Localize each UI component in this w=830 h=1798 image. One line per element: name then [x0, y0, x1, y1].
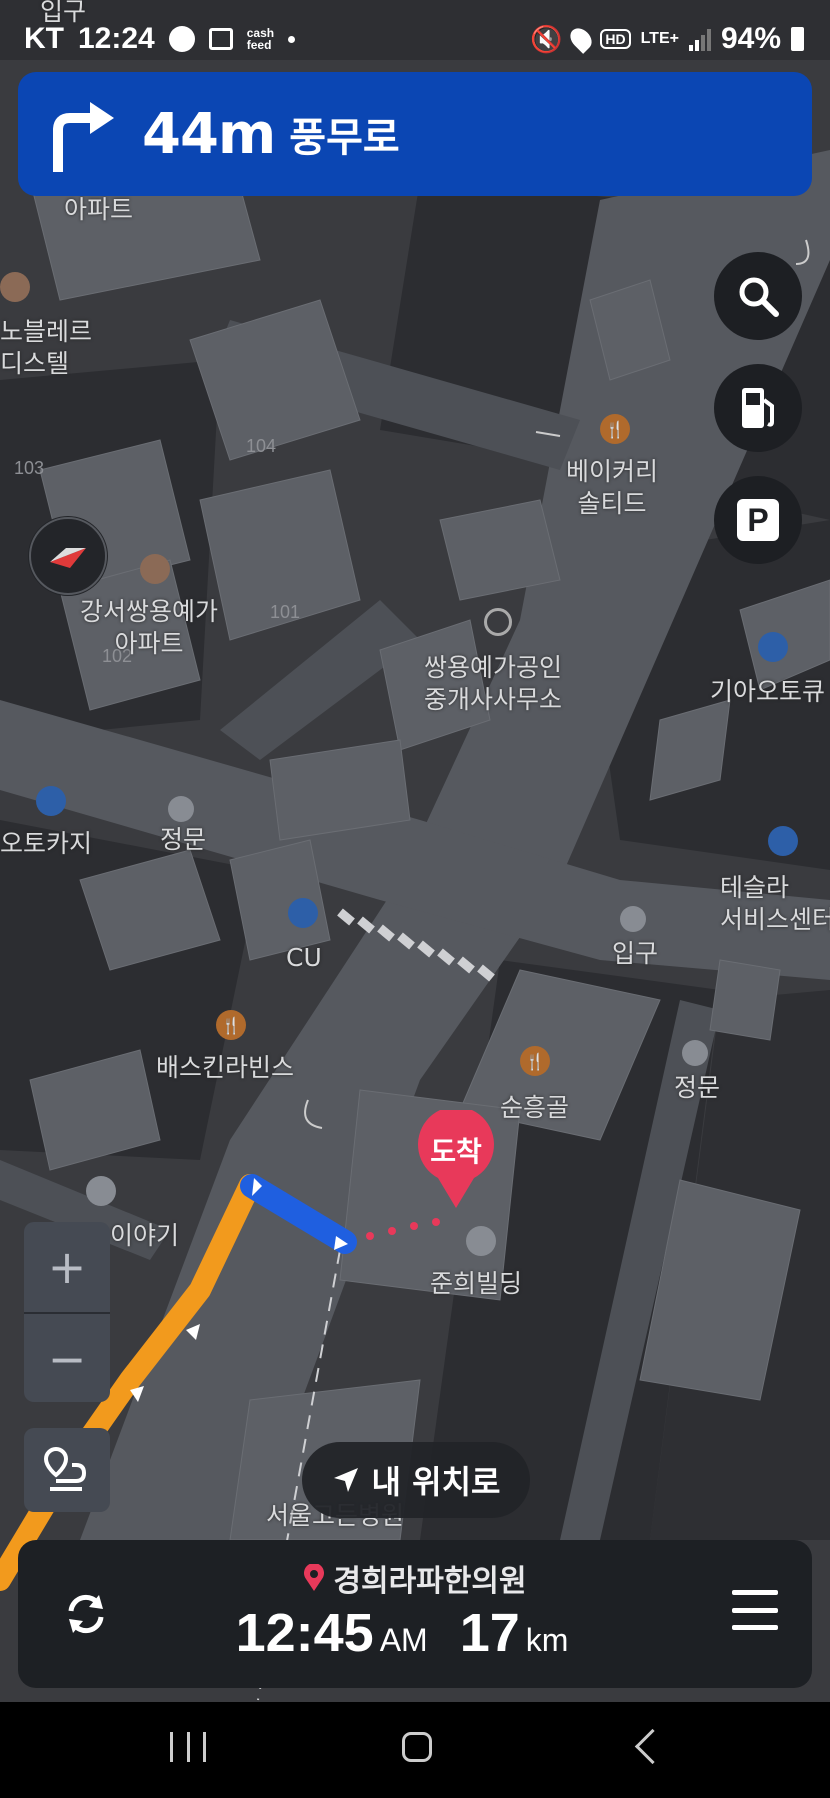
parking-button[interactable]: P [714, 476, 802, 564]
my-location-button[interactable]: 내 위치로 [302, 1442, 530, 1518]
zoom-in-button[interactable]: + [24, 1222, 110, 1312]
map-view[interactable] [0, 0, 830, 1798]
turn-road-name: 풍무로 [289, 115, 400, 161]
map-label[interactable]: 강서쌍용예가 아파트 [80, 596, 218, 660]
map-label[interactable]: 기아오토큐 [710, 676, 825, 708]
remaining-distance: 17 [459, 1603, 520, 1663]
map-label[interactable]: 쌍용예가공인 중개사사무소 [424, 652, 562, 716]
status-bar: KT 12:24 cash feed 🔇 HD LTE+ 94% [0, 0, 830, 72]
signal-icon [688, 27, 711, 51]
map-label[interactable]: 배스킨라빈스 [156, 1052, 294, 1084]
eta-ampm: AM [379, 1622, 428, 1658]
mute-icon: 🔇 [529, 23, 563, 54]
apartment-poi-icon[interactable] [140, 554, 170, 584]
system-navigation-bar [0, 1702, 830, 1798]
map-label[interactable]: 준희빌딩 [430, 1268, 522, 1300]
back-button[interactable] [634, 1728, 671, 1765]
hd-icon: HD [600, 29, 631, 49]
location-icon [566, 24, 597, 54]
dot-icon [288, 35, 296, 43]
map-label[interactable]: 정문 [674, 1072, 720, 1104]
arrival-badge-label: 도착 [430, 1135, 482, 1168]
repair-poi-icon[interactable] [758, 632, 788, 662]
route-overview-icon [43, 1446, 87, 1491]
cashfeed-icon: cash feed [246, 26, 275, 52]
gate-poi-icon[interactable] [682, 1040, 708, 1066]
map-label[interactable]: CU [286, 942, 322, 974]
convenience-store-poi-icon[interactable] [288, 898, 318, 928]
home-button[interactable] [402, 1732, 432, 1762]
turn-right-arrow-icon [53, 102, 114, 172]
destination-pin-icon [304, 1564, 325, 1591]
map-label[interactable]: 순흥골 [500, 1092, 569, 1124]
network-label: LTE+ [640, 30, 679, 47]
menu-icon [732, 1590, 778, 1595]
parking-icon: P [737, 499, 779, 541]
destination-row[interactable]: 경희라파한의원 [18, 1556, 812, 1600]
recent-apps-button[interactable] [170, 1732, 206, 1766]
building-number: 101 [270, 602, 301, 622]
restaurant-poi-icon[interactable]: 🍴 [216, 1010, 246, 1040]
battery-label: 94% [720, 22, 781, 55]
building-number: 103 [14, 458, 45, 478]
eta-row: 12:45 AM 17 km [18, 1602, 812, 1664]
gallery-icon [208, 28, 233, 50]
office-poi-icon[interactable] [484, 608, 512, 636]
map-label[interactable]: 정문 [160, 824, 206, 856]
map-label[interactable]: 오토카지 [0, 828, 92, 860]
building-number: 104 [246, 436, 277, 456]
car-poi-icon[interactable] [36, 786, 66, 816]
navigation-arrow-icon [333, 1468, 358, 1492]
eta-time: 12:45 [235, 1603, 374, 1663]
restaurant-poi-icon[interactable]: 🍴 [520, 1046, 550, 1076]
map-label[interactable]: 아파트 [64, 194, 133, 226]
restaurant-poi-icon[interactable]: 🍴 [600, 414, 630, 444]
map-label[interactable]: 베이커리 솔티드 [566, 456, 658, 520]
gas-station-button[interactable] [714, 364, 802, 452]
search-button[interactable] [714, 252, 802, 340]
apartment-poi-icon[interactable] [0, 272, 30, 302]
gate-poi-icon[interactable] [168, 796, 194, 822]
distance-unit: km [525, 1622, 569, 1658]
arrival-pin[interactable]: 도착 [416, 1106, 496, 1210]
clock: 12:24 [78, 22, 155, 55]
menu-button[interactable] [732, 1590, 778, 1630]
zoom-control: + − [24, 1222, 110, 1402]
entrance-poi-icon[interactable] [620, 906, 646, 932]
repair-poi-icon[interactable] [768, 826, 798, 856]
turn-distance: 44m [142, 101, 276, 167]
route-overview-button[interactable] [24, 1428, 110, 1512]
building-poi-icon[interactable] [466, 1226, 496, 1256]
map-label[interactable]: 노블레르 디스텔 [0, 316, 92, 380]
turn-guidance-banner[interactable]: 44m 풍무로 [18, 72, 812, 196]
carrier-label: KT [24, 22, 64, 55]
building-poi-icon[interactable] [86, 1176, 116, 1206]
map-label[interactable]: 입구 [612, 938, 658, 970]
car-mode-icon [168, 26, 195, 52]
battery-icon [791, 27, 804, 51]
trip-info-panel: 경희라파한의원 12:45 AM 17 km [18, 1540, 812, 1688]
gas-station-icon [742, 388, 774, 428]
my-location-label: 내 위치로 [371, 1463, 501, 1501]
recent-apps-icon [170, 1732, 173, 1762]
zoom-out-button[interactable]: − [24, 1314, 110, 1404]
search-icon [739, 277, 779, 317]
destination-name: 경희라파한의원 [333, 1564, 527, 1599]
map-label[interactable]: 테슬라 서비스센터 [720, 872, 830, 936]
map-label[interactable]: 이야기 [110, 1220, 179, 1252]
compass-icon [28, 516, 108, 596]
